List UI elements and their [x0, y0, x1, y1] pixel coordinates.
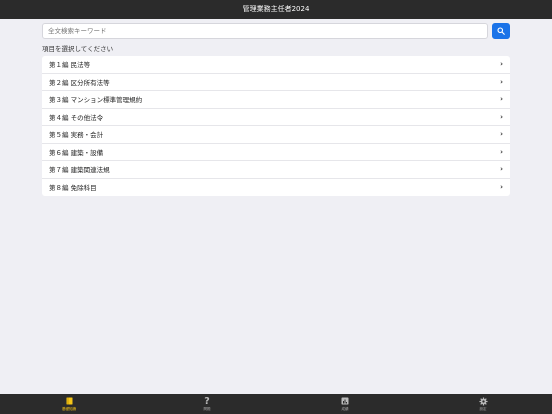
- gear-icon: [478, 396, 488, 406]
- chevron-right-icon: ›: [500, 112, 503, 121]
- search-input[interactable]: [42, 23, 488, 39]
- tab-label: 設定: [479, 407, 487, 411]
- chevron-right-icon: ›: [500, 77, 503, 86]
- select-prompt: 項目を選択してください: [42, 45, 114, 53]
- chevron-right-icon: ›: [500, 165, 503, 174]
- list-item[interactable]: 第５編 実務・会計 ›: [42, 126, 510, 144]
- chevron-right-icon: ›: [500, 147, 503, 156]
- tab-bar: 基礎知識 ? 問題 成績 設定: [0, 394, 552, 414]
- list-item[interactable]: 第６編 建築・設備 ›: [42, 144, 510, 161]
- list-item-label: 第８編 免除科目: [49, 184, 97, 193]
- list-item[interactable]: 第２編 区分所有法等 ›: [42, 74, 510, 91]
- search-bar: [42, 23, 510, 39]
- tab-results[interactable]: 成績: [276, 394, 414, 414]
- list-item-label: 第１編 民法等: [49, 61, 91, 70]
- tab-label: 問題: [203, 407, 211, 411]
- tab-label: 成績: [341, 407, 349, 411]
- tab-label: 基礎知識: [62, 407, 76, 411]
- question-icon: ?: [203, 396, 211, 406]
- list-item-label: 第７編 建築関連法規: [49, 166, 110, 175]
- chevron-right-icon: ›: [500, 183, 503, 192]
- search-button[interactable]: [492, 23, 510, 39]
- list-item-label: 第２編 区分所有法等: [49, 78, 110, 87]
- list-item[interactable]: 第７編 建築関連法規 ›: [42, 161, 510, 179]
- svg-text:?: ?: [204, 396, 210, 406]
- list-item[interactable]: 第８編 免除科目 ›: [42, 179, 510, 197]
- tab-settings[interactable]: 設定: [414, 394, 552, 414]
- chart-icon: [341, 396, 349, 406]
- list-item-label: 第４編 その他法令: [49, 113, 104, 122]
- book-icon: [66, 396, 73, 406]
- app-header: 管理業務主任者2024: [0, 0, 552, 19]
- chevron-right-icon: ›: [500, 130, 503, 139]
- list-item[interactable]: 第１編 民法等 ›: [42, 56, 510, 74]
- list-item[interactable]: 第３編 マンション標準管理規約 ›: [42, 91, 510, 109]
- chevron-right-icon: ›: [500, 60, 503, 69]
- search-icon: [497, 27, 505, 35]
- list-item-label: 第５編 実務・会計: [49, 131, 104, 140]
- tab-basics[interactable]: 基礎知識: [0, 394, 138, 414]
- tab-questions[interactable]: ? 問題: [138, 394, 276, 414]
- page-title: 管理業務主任者2024: [242, 5, 310, 13]
- list-item[interactable]: 第４編 その他法令 ›: [42, 109, 510, 126]
- chapter-list: 第１編 民法等 › 第２編 区分所有法等 › 第３編 マンション標準管理規約 ›…: [42, 56, 510, 196]
- list-item-label: 第６編 建築・設備: [49, 148, 104, 157]
- chevron-right-icon: ›: [500, 95, 503, 104]
- list-item-label: 第３編 マンション標準管理規約: [49, 96, 143, 105]
